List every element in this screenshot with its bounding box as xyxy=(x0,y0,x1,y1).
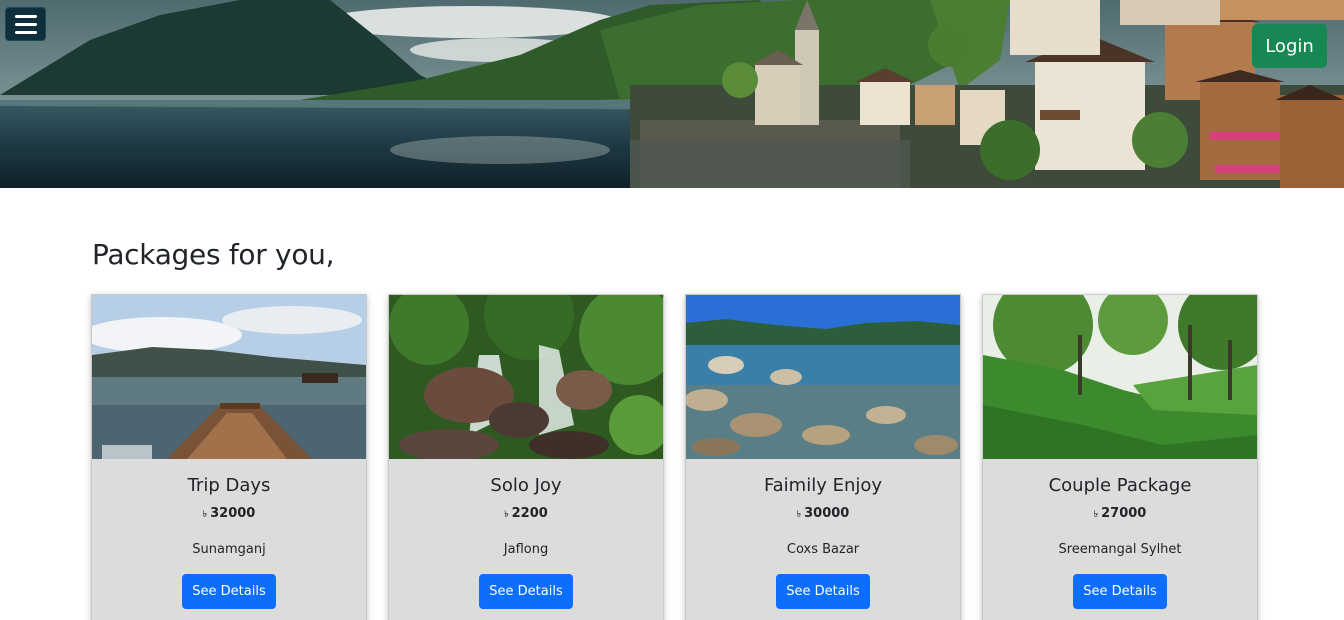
see-details-button[interactable]: See Details xyxy=(1073,574,1167,609)
package-title: Trip Days xyxy=(187,475,271,496)
package-cards: Trip Days ৳ 32000 Sunamganj See Details S… xyxy=(91,294,1259,620)
currency-symbol: ৳ xyxy=(1093,510,1099,520)
see-details-button[interactable]: See Details xyxy=(479,574,573,609)
package-image xyxy=(686,295,960,459)
package-location: Coxs Bazar xyxy=(786,542,860,557)
section-title: Packages for you, xyxy=(92,238,335,271)
package-location: Sreemangal Sylhet xyxy=(1058,542,1182,557)
price-value: 2200 xyxy=(511,506,548,521)
package-location: Jaflong xyxy=(503,542,549,557)
package-card-couple-package: Couple Package ৳ 27000 Sreemangal Sylhet … xyxy=(982,294,1258,620)
see-details-button[interactable]: See Details xyxy=(776,574,870,609)
price-value: 30000 xyxy=(804,506,850,521)
see-details-button[interactable]: See Details xyxy=(182,574,276,609)
price-value: 27000 xyxy=(1101,506,1147,521)
hamburger-icon-line xyxy=(14,22,37,26)
hamburger-icon-line xyxy=(14,30,37,34)
currency-symbol: ৳ xyxy=(504,510,509,520)
package-title: Solo Joy xyxy=(490,475,562,496)
hero-banner: Login xyxy=(0,0,1344,188)
hamburger-icon-line xyxy=(14,14,37,18)
hero-lake-village-image xyxy=(0,0,1344,188)
package-price: ৳ 27000 xyxy=(983,506,1257,522)
package-image xyxy=(983,295,1257,459)
package-location: Sunamganj xyxy=(192,542,266,557)
package-card-trip-days: Trip Days ৳ 32000 Sunamganj See Details xyxy=(91,294,367,620)
menu-toggle-button[interactable] xyxy=(5,7,46,41)
package-card-solo-joy: Solo Joy ৳ 2200 Jaflong See Details xyxy=(388,294,664,620)
package-image xyxy=(389,295,663,459)
package-price: ৳ 2200 xyxy=(389,506,663,522)
package-price: ৳ 32000 xyxy=(92,506,366,522)
package-image xyxy=(92,295,366,459)
package-title: Couple Package xyxy=(1048,475,1192,496)
currency-symbol: ৳ xyxy=(796,510,802,520)
login-button[interactable]: Login xyxy=(1252,24,1327,68)
package-price: ৳ 30000 xyxy=(686,506,960,522)
package-title: Faimily Enjoy xyxy=(763,475,883,496)
package-card-faimily-enjoy: Faimily Enjoy ৳ 30000 Coxs Bazar See Deta… xyxy=(685,294,961,620)
currency-symbol: ৳ xyxy=(202,510,208,520)
price-value: 32000 xyxy=(210,506,256,521)
